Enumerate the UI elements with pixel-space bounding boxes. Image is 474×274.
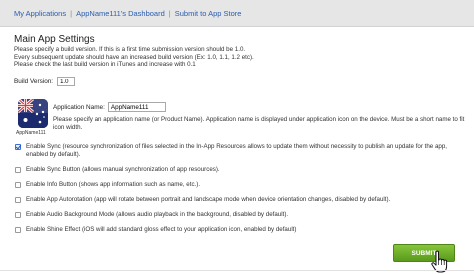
checkbox-enable-audio-background[interactable] xyxy=(15,212,21,218)
option-label: Enable Sync (resource synchronization of… xyxy=(26,143,447,158)
breadcrumb: My Applications | AppName111's Dashboard | S… xyxy=(14,9,241,18)
breadcrumb-submit-to-app-store[interactable]: Submit to App Store xyxy=(175,9,242,18)
breadcrumb-separator: | xyxy=(168,9,171,18)
app-icon-graphic xyxy=(18,99,48,128)
option-enable-sync-button[interactable]: Enable Sync Button (allows manual synchr… xyxy=(14,166,454,174)
option-enable-audio-background[interactable]: Enable Audio Background Mode (allows aud… xyxy=(14,211,454,219)
build-version-input[interactable] xyxy=(57,77,76,86)
breadcrumb-separator: | xyxy=(70,9,73,18)
option-enable-sync[interactable]: Enable Sync (resource synchronization of… xyxy=(14,143,454,159)
description-line: Please check the last build version in i… xyxy=(14,61,196,69)
build-version-label: Build Version: xyxy=(14,78,54,85)
australian-flag-icon[interactable] xyxy=(18,99,48,128)
app-icon-caption: AppName111 xyxy=(16,130,46,136)
app-name-input[interactable] xyxy=(107,102,166,112)
checkbox-enable-info-button[interactable] xyxy=(15,182,21,188)
checkbox-enable-sync[interactable] xyxy=(15,144,21,150)
breadcrumb-bar: My Applications | AppName111's Dashboard | S… xyxy=(0,0,474,27)
app-name-label: Application Name: xyxy=(53,103,105,111)
build-version-description: Please specify a build version. If this … xyxy=(14,46,464,69)
checkbox-enable-sync-button[interactable] xyxy=(15,167,21,173)
breadcrumb-my-applications[interactable]: My Applications xyxy=(14,9,66,18)
breadcrumb-dashboard[interactable]: AppName111's Dashboard xyxy=(76,9,165,18)
option-label: Enable App Autorotation (app will rotate… xyxy=(26,196,391,203)
option-label: Enable Audio Background Mode (allows aud… xyxy=(26,211,289,218)
app-name-description: Please specify an application name (or P… xyxy=(53,116,465,131)
bottom-divider xyxy=(0,270,474,271)
description-line: Every subsequent update should have an i… xyxy=(14,53,254,61)
section-title: Main App Settings xyxy=(14,34,95,45)
option-enable-autorotation[interactable]: Enable App Autorotation (app will rotate… xyxy=(14,196,454,204)
description-line: Please specify a build version. If this … xyxy=(14,46,246,53)
option-label: Enable Sync Button (allows manual synchr… xyxy=(26,166,220,173)
option-label: Enable Info Button (shows app informatio… xyxy=(26,181,201,188)
build-version-row: Build Version: xyxy=(14,77,76,86)
checkbox-enable-shine-effect[interactable] xyxy=(15,227,21,233)
option-label: Enable Shine Effect (iOS will add standa… xyxy=(26,226,297,233)
app-name-row: Application Name: xyxy=(53,102,166,112)
option-enable-shine-effect[interactable]: Enable Shine Effect (iOS will add standa… xyxy=(14,226,454,234)
checkbox-enable-autorotation[interactable] xyxy=(15,197,21,203)
option-enable-info-button[interactable]: Enable Info Button (shows app informatio… xyxy=(14,181,454,189)
